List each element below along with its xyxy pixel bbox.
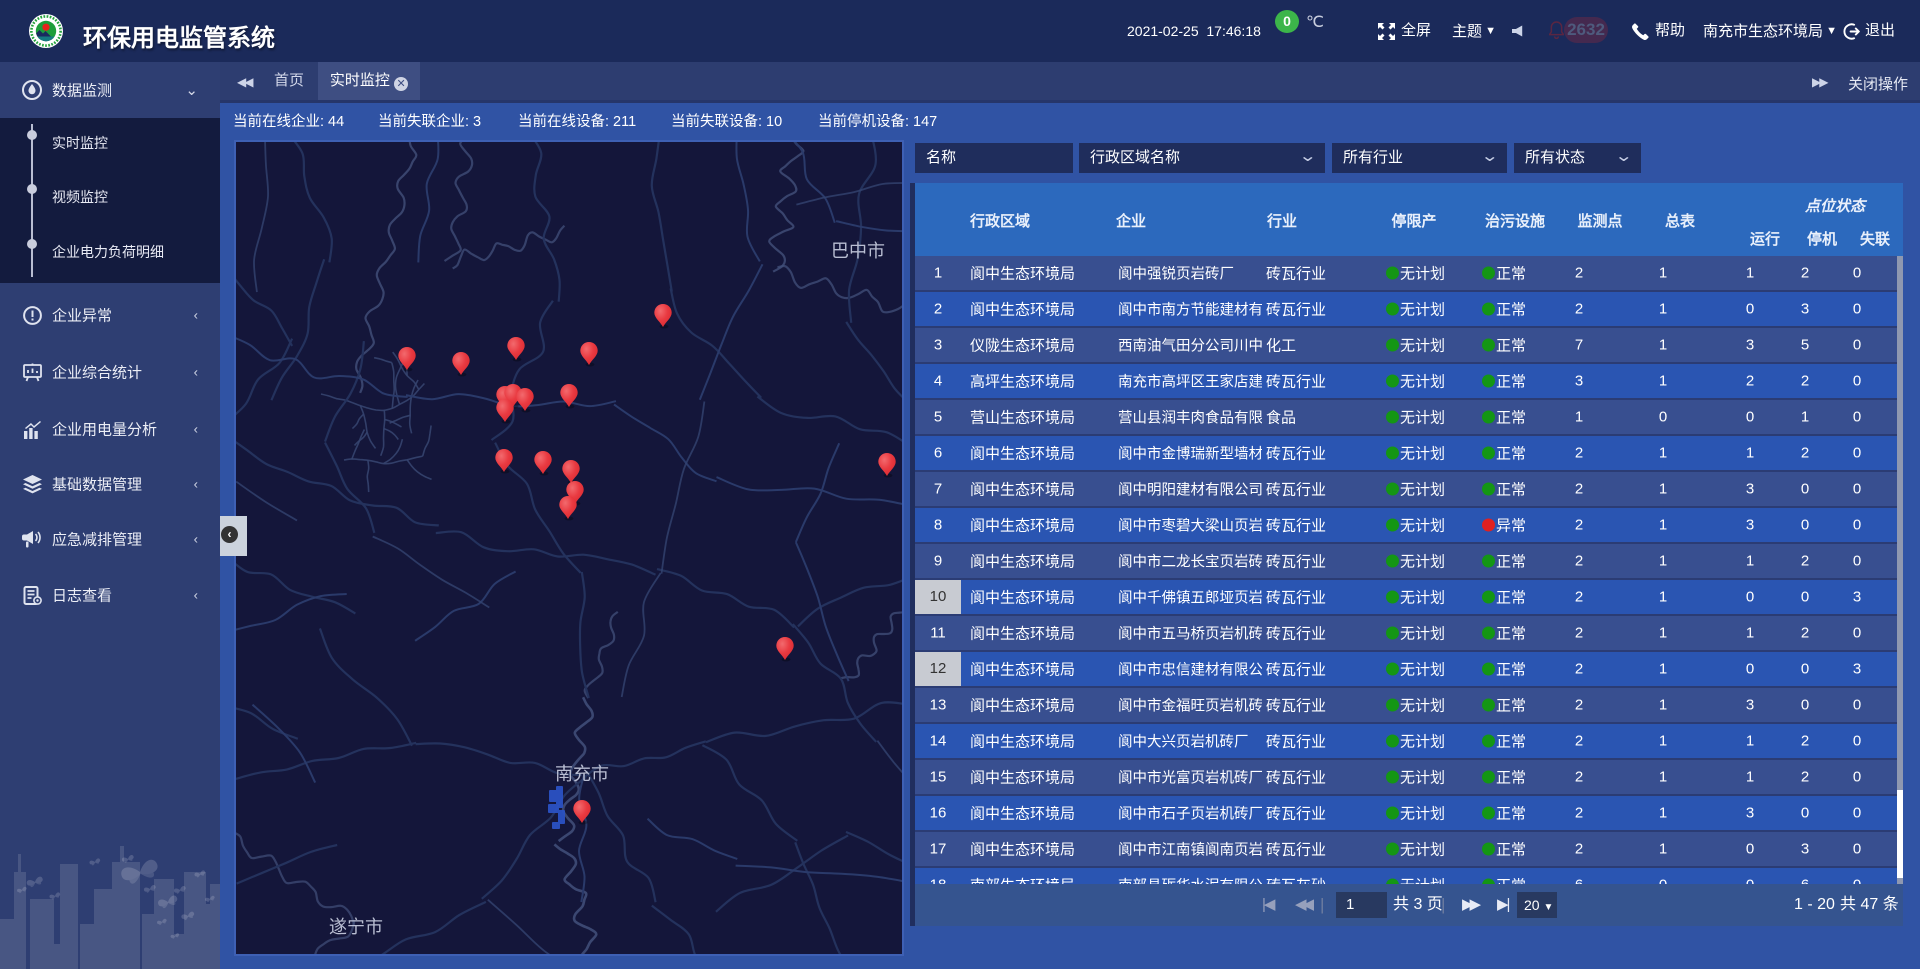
svg-text:南充市: 南充市 (555, 764, 609, 784)
svg-text:巴中市: 巴中市 (831, 241, 885, 261)
svg-text:遂宁市: 遂宁市 (329, 917, 383, 937)
